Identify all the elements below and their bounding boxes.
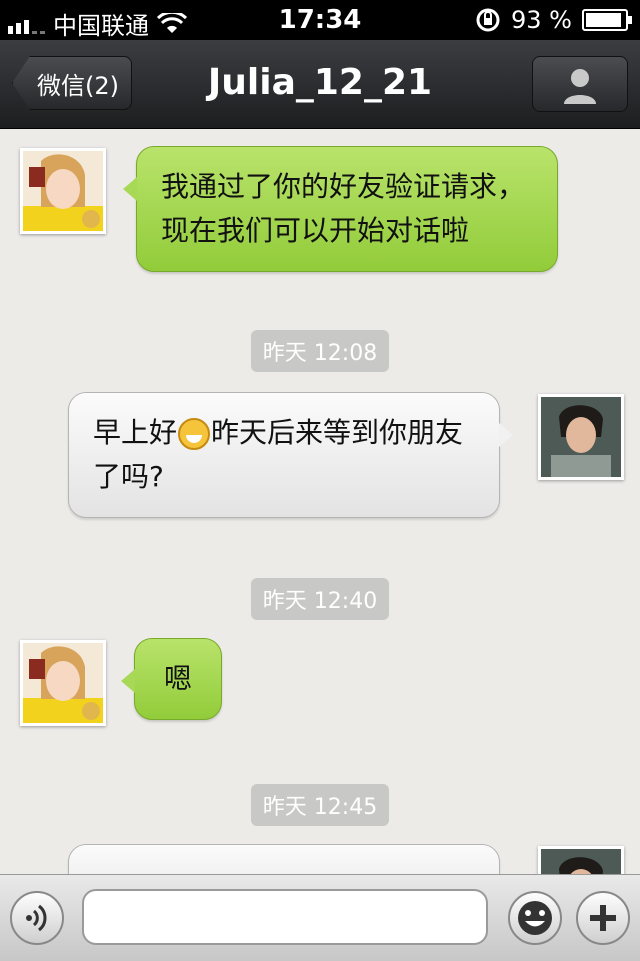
- person-icon: [564, 69, 596, 104]
- timestamp: 昨天 12:40: [0, 578, 640, 620]
- status-bar: 中国联通 17:34 93 %: [0, 0, 640, 40]
- timestamp: 昨天 12:08: [0, 330, 640, 372]
- message-text: 我通过了你的好友验证请求，现在我们可以开始对话啦: [161, 170, 526, 247]
- message-text: 早上好: [93, 416, 178, 449]
- my-avatar[interactable]: [538, 394, 624, 480]
- contact-avatar[interactable]: [20, 640, 106, 726]
- timestamp: 昨天 12:45: [0, 784, 640, 826]
- message-bubble-contact[interactable]: 嗯: [121, 638, 222, 720]
- chat-info-button[interactable]: [532, 56, 628, 112]
- my-avatar[interactable]: [538, 846, 624, 874]
- chat-title: Julia_12_21: [207, 62, 433, 103]
- message-text: 嗯: [163, 662, 192, 695]
- more-button[interactable]: [576, 891, 630, 945]
- timestamp-label: 昨天 12:40: [250, 578, 390, 620]
- emoji-button[interactable]: [508, 891, 562, 945]
- plus-icon: [590, 905, 616, 931]
- smiley-icon: [518, 901, 552, 935]
- timestamp-label: 昨天 12:08: [250, 330, 390, 372]
- message-bubble-contact[interactable]: 我通过了你的好友验证请求，现在我们可以开始对话啦: [123, 146, 558, 272]
- contact-avatar[interactable]: [20, 148, 106, 234]
- battery-percent: 93 %: [511, 6, 572, 34]
- chat-history[interactable]: 我通过了你的好友验证请求，现在我们可以开始对话啦 昨天 12:08 早上好 昨天后…: [0, 128, 640, 874]
- rotation-lock-icon: [476, 8, 500, 32]
- timestamp-label: 昨天 12:45: [250, 784, 390, 826]
- back-button-label: 微信(2): [37, 71, 119, 100]
- input-bar: [0, 874, 640, 961]
- status-right: 93 %: [475, 6, 632, 34]
- navigation-bar: 微信(2) Julia_12_21: [0, 40, 640, 129]
- back-button[interactable]: 微信(2): [12, 56, 132, 110]
- voice-button[interactable]: [10, 891, 64, 945]
- battery-icon: [582, 9, 632, 31]
- message-bubble-me[interactable]: 早上好 昨天后来等到你朋友了吗?: [68, 392, 513, 518]
- grin-emoji-icon: [178, 418, 211, 450]
- message-bubble-me-partial[interactable]: [68, 844, 500, 874]
- voice-icon: [26, 904, 47, 932]
- message-input[interactable]: [82, 889, 488, 945]
